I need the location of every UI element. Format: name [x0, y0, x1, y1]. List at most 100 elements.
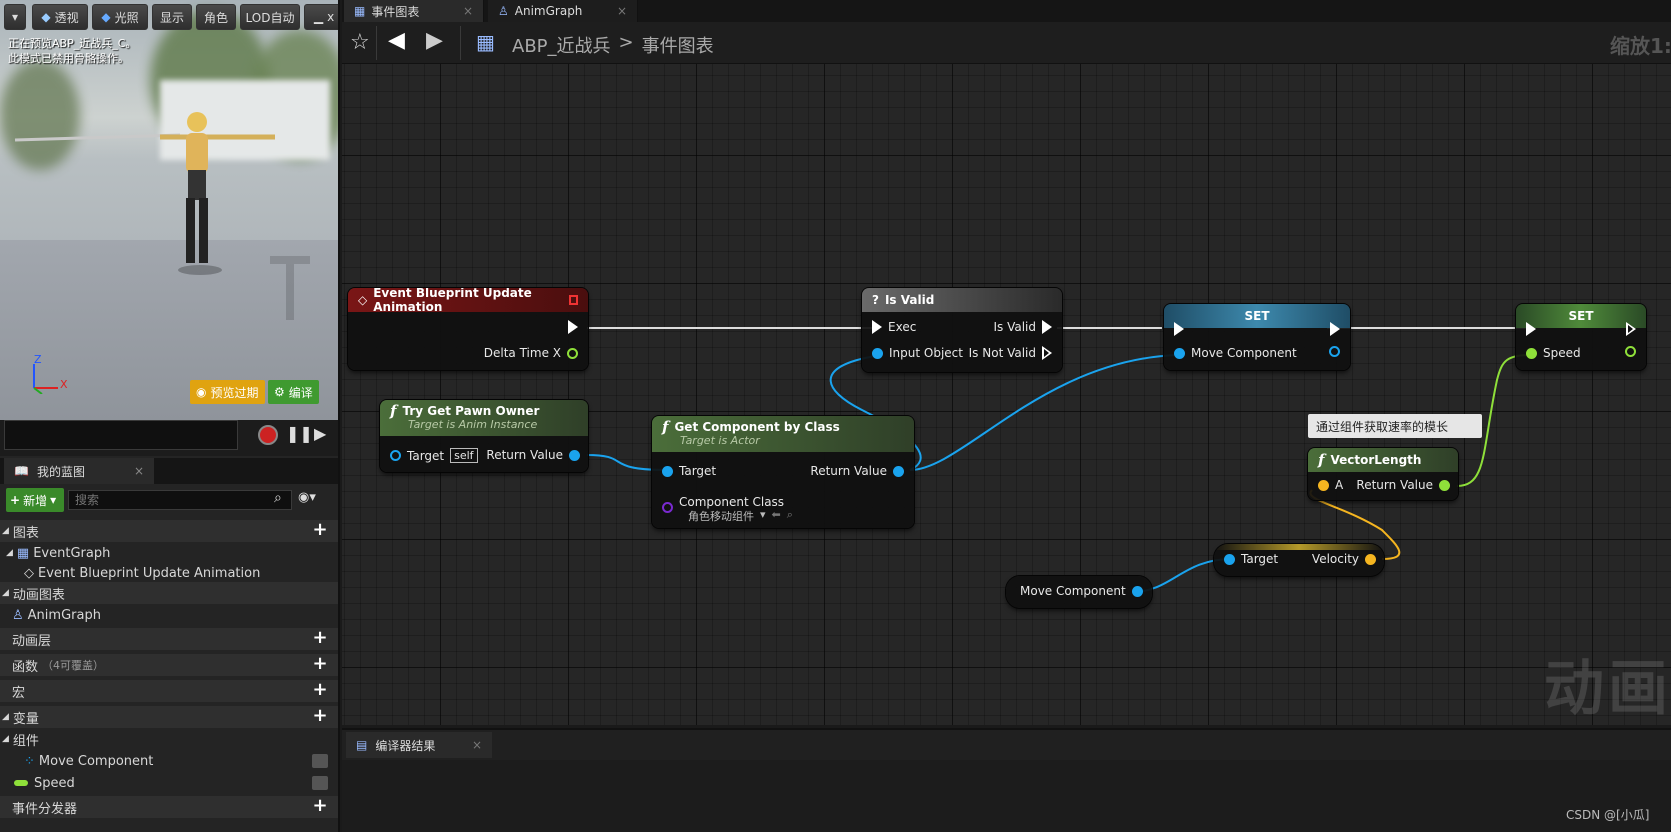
return-value-pin[interactable]: Return Value: [486, 448, 580, 462]
delta-time-pin[interactable]: Delta Time X: [484, 346, 578, 360]
use-selected-icon[interactable]: ⬅: [772, 508, 781, 524]
node-vector-length[interactable]: f VectorLength A Return Value: [1308, 448, 1458, 500]
node-try-get-pawn-owner[interactable]: f Try Get Pawn Owner Target is Anim Insta…: [380, 400, 588, 472]
section-anim-graphs-label: 动画图表: [12, 587, 65, 603]
tab-event-graph[interactable]: ▦ 事件图表 ×: [344, 0, 484, 22]
forward-arrow-icon[interactable]: ▶: [426, 28, 443, 53]
play-icon[interactable]: ▶: [314, 424, 334, 446]
tree-item-animgraph[interactable]: ♙ AnimGraph: [0, 604, 338, 626]
add-graph-button[interactable]: +: [312, 521, 328, 539]
return-value-pin[interactable]: Return Value: [1356, 478, 1450, 492]
node-is-valid[interactable]: ? Is Valid Exec Is Valid Input Object Is …: [862, 288, 1062, 372]
move-component-pin[interactable]: Move Component: [1174, 346, 1297, 360]
exec-out-pin[interactable]: [1626, 322, 1636, 336]
event-icon: ◇: [24, 565, 34, 581]
pause-icon[interactable]: ❚❚: [286, 424, 313, 446]
exec-in-pin[interactable]: [1174, 322, 1184, 336]
section-graphs[interactable]: ◢ 图表 +: [0, 520, 338, 542]
visibility-icon[interactable]: [312, 754, 328, 768]
section-functions[interactable]: 函数 （4可覆盖） +: [0, 654, 338, 676]
target-pin[interactable]: Target self: [390, 448, 478, 463]
axis-x-label: X: [60, 378, 68, 391]
section-anim-layers[interactable]: 动画层 +: [0, 628, 338, 650]
zoom-level: 缩放1:1: [1610, 34, 1671, 58]
visibility-icon[interactable]: [312, 776, 328, 790]
collapse-icon: ◢: [2, 526, 9, 536]
speed-pin[interactable]: Speed: [1526, 346, 1581, 360]
search-input[interactable]: [68, 490, 292, 510]
node-set-move-component[interactable]: SET Move Component: [1164, 304, 1350, 370]
speed-icon: ▁: [313, 10, 324, 24]
node-get-move-component[interactable]: Move Component: [1006, 576, 1152, 608]
section-anim-graphs[interactable]: ◢ 动画图表: [0, 582, 338, 604]
character-button[interactable]: 角色: [196, 4, 236, 30]
input-object-pin[interactable]: Input Object: [872, 346, 963, 360]
tree-item-event-update[interactable]: ◇ Event Blueprint Update Animation: [0, 562, 338, 584]
node-get-component-by-class[interactable]: f Get Component by Class Target is Actor …: [652, 416, 914, 528]
back-arrow-icon[interactable]: ◀: [388, 28, 405, 53]
delegate-pin[interactable]: [569, 295, 578, 305]
float-pin-icon: [1439, 479, 1450, 491]
section-macros[interactable]: 宏 +: [0, 680, 338, 702]
compile-button[interactable]: ⚙ 编译: [268, 380, 319, 404]
add-dispatcher-button[interactable]: +: [312, 797, 328, 815]
tab-compiler-results[interactable]: ▤ 编译器结果 ×: [346, 732, 492, 758]
is-not-valid-pin[interactable]: Is Not Valid: [969, 346, 1052, 360]
close-icon[interactable]: ×: [463, 4, 473, 18]
lod-button[interactable]: LOD自动: [240, 4, 300, 30]
move-component-out-pin[interactable]: [1329, 346, 1340, 357]
section-event-dispatchers[interactable]: 事件分发器 +: [0, 796, 338, 818]
close-icon[interactable]: ×: [472, 738, 482, 752]
tree-item-eventgraph[interactable]: ◢ ▦ EventGraph: [0, 542, 338, 564]
tab-animgraph[interactable]: ♙ AnimGraph ×: [488, 0, 638, 22]
breadcrumb-root[interactable]: ABP_近战兵: [512, 32, 611, 58]
move-component-out-pin[interactable]: Move Component: [1020, 584, 1143, 598]
pin-label: Exec: [888, 320, 917, 334]
tab-my-blueprint[interactable]: 📖 我的蓝图 ×: [4, 458, 154, 484]
close-icon[interactable]: ×: [617, 4, 627, 18]
add-new-button[interactable]: + 新增 ▾: [6, 488, 64, 512]
add-new-label: 新增: [23, 493, 48, 508]
speed-out-pin[interactable]: [1625, 346, 1636, 357]
view-options-icon[interactable]: ◉▾: [298, 490, 316, 505]
add-macro-button[interactable]: +: [312, 681, 328, 699]
add-function-button[interactable]: +: [312, 655, 328, 673]
exec-in-pin[interactable]: [1526, 322, 1536, 336]
perspective-button[interactable]: ◆ 透视: [32, 4, 88, 30]
object-pin-icon: [1329, 346, 1340, 357]
playback-scrubber[interactable]: [4, 420, 238, 450]
speed-button[interactable]: ▁ x: [304, 4, 338, 30]
pin-label: Component Class: [679, 494, 785, 509]
add-anim-layer-button[interactable]: +: [312, 629, 328, 647]
graph-canvas[interactable]: ◇ Event Blueprint Update Animation Delta…: [342, 0, 1671, 725]
show-button[interactable]: 显示: [152, 4, 192, 30]
a-pin[interactable]: A: [1318, 478, 1343, 492]
component-class-dropdown[interactable]: 角色移动组件 ▾ ⬅ ⌕: [688, 508, 793, 524]
divider: [376, 26, 377, 60]
variable-move-component[interactable]: ⁘ Move Component: [0, 750, 338, 772]
node-comment-bubble[interactable]: 通过组件获取速率的模长: [1308, 414, 1482, 438]
record-button[interactable]: [258, 425, 278, 445]
return-value-pin[interactable]: Return Value: [810, 464, 904, 478]
close-icon[interactable]: ×: [134, 464, 144, 478]
variable-speed[interactable]: Speed: [0, 772, 338, 794]
preview-viewport[interactable]: ▾ ◆ 透视 ◆ 光照 显示 角色 LOD自动 ▁ x 正在预览ABP_近战兵_C。 …: [0, 0, 338, 420]
add-variable-button[interactable]: +: [312, 707, 328, 725]
lighting-button[interactable]: ◆ 光照: [92, 4, 148, 30]
exec-out-pin[interactable]: [568, 320, 578, 334]
node-event-update-animation[interactable]: ◇ Event Blueprint Update Animation Delta…: [348, 288, 588, 370]
star-icon[interactable]: ☆: [350, 30, 370, 55]
viewport-menu-button[interactable]: ▾: [4, 4, 26, 30]
target-pin[interactable]: Target: [1224, 552, 1278, 566]
section-variables[interactable]: ◢ 变量 +: [0, 706, 338, 728]
browse-icon[interactable]: ⌕: [787, 508, 793, 524]
exec-out-pin[interactable]: [1330, 322, 1340, 336]
velocity-pin[interactable]: Velocity: [1312, 552, 1376, 566]
is-valid-pin[interactable]: Is Valid: [993, 320, 1052, 334]
subsection-components[interactable]: ◢ 组件: [0, 728, 338, 750]
node-set-speed[interactable]: SET Speed: [1516, 304, 1646, 370]
node-get-velocity[interactable]: Target Velocity: [1214, 544, 1384, 576]
preview-expired-button[interactable]: ◉ 预览过期: [190, 380, 265, 404]
target-pin[interactable]: Target: [662, 464, 716, 478]
exec-in-pin[interactable]: Exec: [872, 320, 916, 334]
